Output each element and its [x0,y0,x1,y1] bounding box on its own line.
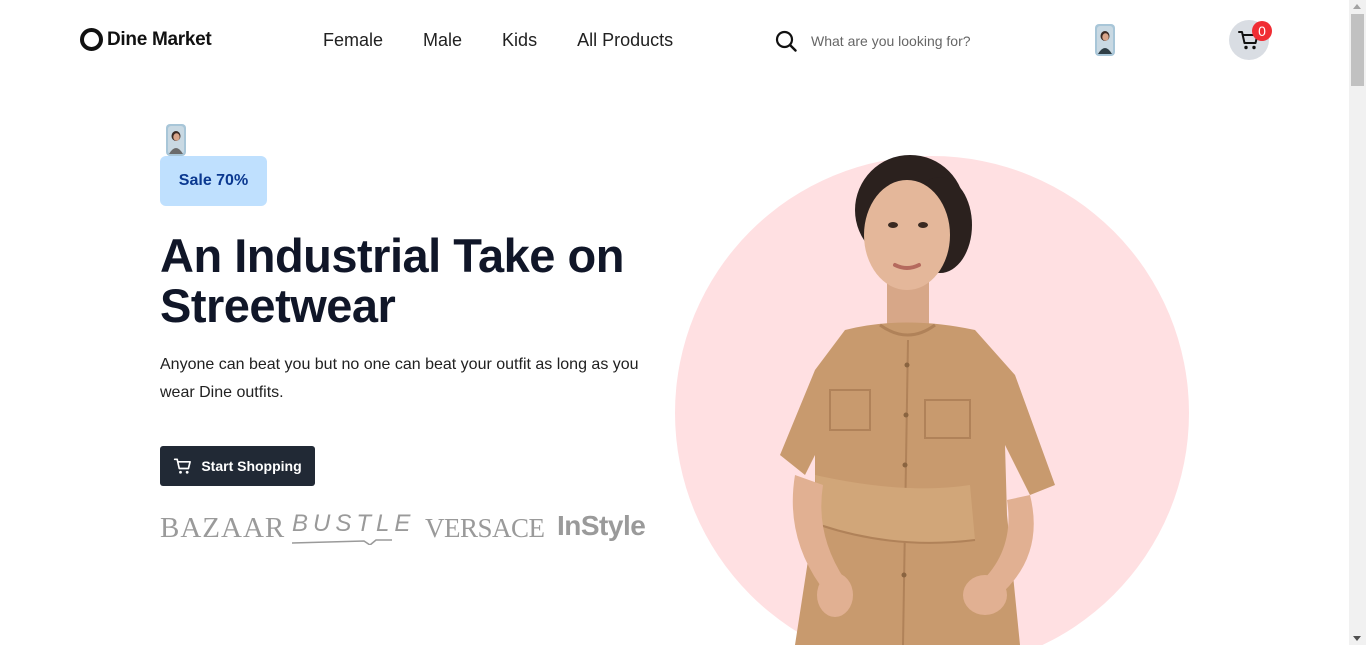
start-shopping-button[interactable]: Start Shopping [160,446,315,486]
nav-male[interactable]: Male [423,30,462,51]
search-input[interactable] [811,33,981,49]
logo-ring-icon [80,28,103,51]
nav-kids[interactable]: Kids [502,30,537,51]
logo-text: Dine Market [107,28,212,50]
search-icon[interactable] [775,30,797,52]
nav-female[interactable]: Female [323,30,383,51]
hero-description: Anyone can beat you but no one can beat … [160,356,639,401]
brand-instyle-logo: InStyle [557,510,646,541]
shopping-cart-icon [174,458,192,474]
cart-button[interactable]: 0 [1229,20,1272,60]
start-shopping-label: Start Shopping [201,458,302,474]
hero-small-image [166,124,186,156]
brand-bazaar-logo: BAZAAR [160,512,286,544]
scroll-up-arrow-icon[interactable] [1353,4,1361,9]
cart-count-badge: 0 [1252,21,1272,41]
page-scrollbar[interactable] [1349,0,1366,645]
search-bar [775,28,1015,54]
brand-logos: BAZAAR BUSTLE VERSACE InStyle [160,508,660,548]
brand-versace-logo: VERSACE [425,513,545,543]
site-header: Dine Market Female Male Kids All Product… [0,0,1349,82]
brand-bustle-logo: BUSTLE [292,510,416,537]
bustle-underline-icon [292,539,392,545]
user-avatar-image[interactable] [1095,24,1115,56]
main-nav: Female Male Kids All Products [323,30,673,51]
hero-title: An Industrial Take on Streetwear [160,229,624,332]
scrollbar-thumb[interactable] [1351,14,1364,86]
hero-model-image [780,155,1055,645]
scroll-down-arrow-icon[interactable] [1353,636,1361,641]
sale-badge: Sale 70% [160,156,267,206]
nav-all-products[interactable]: All Products [577,30,673,51]
logo[interactable]: Dine Market [80,28,212,51]
